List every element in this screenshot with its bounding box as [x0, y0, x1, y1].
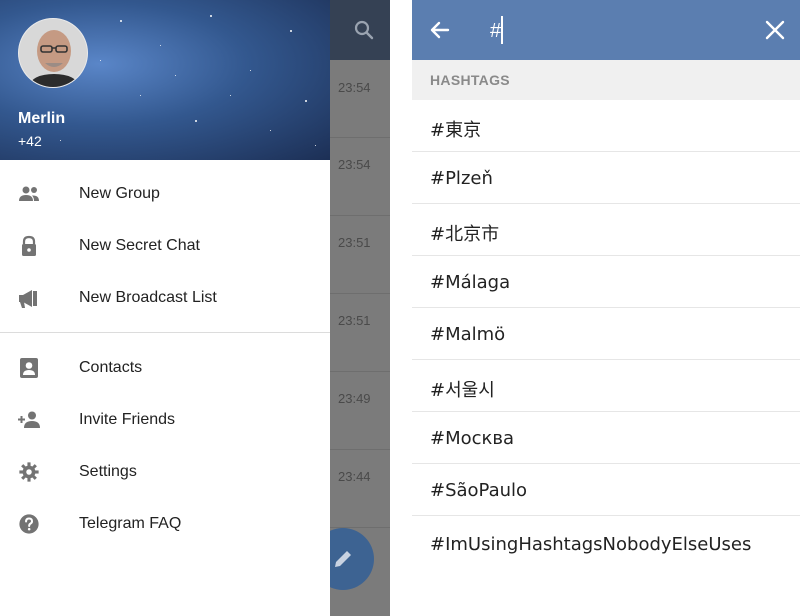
menu-item-label: Invite Friends: [79, 411, 176, 428]
hashtag-text: #Malmö: [430, 324, 506, 345]
hashtag-item[interactable]: #서울시: [412, 360, 800, 412]
chat-row[interactable]: [330, 372, 390, 450]
menu-item-contacts[interactable]: Contacts: [0, 342, 330, 394]
pencil-icon: [335, 551, 351, 567]
search-toolbar: [412, 0, 800, 60]
search-input[interactable]: [490, 17, 750, 45]
menu-item-label: Contacts: [79, 359, 143, 376]
close-icon[interactable]: [764, 19, 786, 41]
search-icon[interactable]: [352, 18, 376, 42]
right-screen: HASHTAGS #東京 #Plzeň #北京市 #Málaga #Malmö …: [412, 0, 800, 616]
hashtag-item[interactable]: #ImUsingHashtagsNobodyElseUses: [412, 518, 800, 570]
hashtag-item[interactable]: #東京: [412, 100, 800, 152]
menu-item-settings[interactable]: Settings: [0, 446, 330, 498]
menu-item-new-broadcast-list[interactable]: New Broadcast List: [0, 272, 330, 324]
hashtag-text: #SãoPaulo: [430, 480, 528, 501]
lock-icon: [17, 235, 41, 257]
chat-row[interactable]: [330, 60, 390, 138]
chat-time: 23:44: [338, 469, 371, 484]
menu-item-label: New Secret Chat: [79, 237, 200, 254]
chat-row[interactable]: [330, 216, 390, 294]
hashtag-text: #東京: [430, 120, 482, 141]
hashtag-item[interactable]: #SãoPaulo: [412, 464, 800, 516]
navigation-drawer: Merlin +42 New Group New Secret Chat New…: [0, 0, 330, 616]
menu-divider: [0, 332, 330, 333]
menu-item-label: Settings: [79, 463, 137, 480]
text-cursor: [501, 16, 503, 44]
chat-row[interactable]: [330, 450, 390, 528]
chat-time: 23:49: [338, 391, 371, 406]
hashtag-item[interactable]: #Málaga: [412, 256, 800, 308]
back-arrow-icon[interactable]: [428, 18, 452, 42]
menu-item-label: New Group: [79, 185, 160, 202]
hashtag-text: #北京市: [430, 224, 500, 245]
menu-item-new-group[interactable]: New Group: [0, 168, 330, 220]
menu-item-telegram-faq[interactable]: Telegram FAQ: [0, 498, 330, 550]
chat-time: 23:51: [338, 313, 371, 328]
avatar[interactable]: [18, 18, 88, 88]
user-photo-icon: [19, 19, 87, 87]
group-icon: [17, 183, 41, 205]
gear-icon: [17, 461, 41, 483]
chat-time: 23:51: [338, 235, 371, 250]
menu-item-label: Telegram FAQ: [79, 515, 182, 532]
hashtag-item[interactable]: #北京市: [412, 204, 800, 256]
chat-time: 23:54: [338, 80, 371, 95]
megaphone-icon: [17, 287, 41, 309]
contacts-icon: [17, 357, 41, 379]
left-screen: 23:54 23:54 23:51 23:51 23:49 23:44 Merl…: [0, 0, 390, 616]
chat-time: 23:54: [338, 157, 371, 172]
chat-row[interactable]: [330, 294, 390, 372]
hashtag-text: #Plzeň: [430, 168, 493, 189]
user-name: Merlin: [18, 110, 66, 127]
section-title: HASHTAGS: [430, 72, 510, 88]
hashtag-item[interactable]: #Malmö: [412, 308, 800, 360]
hashtag-item[interactable]: #Plzeň: [412, 152, 800, 204]
drawer-header: Merlin +42: [0, 0, 330, 160]
menu-item-invite-friends[interactable]: Invite Friends: [0, 394, 330, 446]
hashtag-text: #ImUsingHashtagsNobodyElseUses: [430, 534, 752, 555]
hashtag-text: #Málaga: [430, 272, 511, 293]
hashtag-text: #Москва: [430, 428, 515, 449]
menu-item-new-secret-chat[interactable]: New Secret Chat: [0, 220, 330, 272]
chat-row[interactable]: [330, 138, 390, 216]
menu-item-label: New Broadcast List: [79, 289, 217, 306]
help-icon: [17, 513, 41, 535]
user-phone: +42: [18, 133, 42, 149]
add-person-icon: [17, 409, 41, 431]
section-header: HASHTAGS: [412, 60, 800, 100]
hashtag-text: #서울시: [430, 380, 495, 401]
hashtag-item[interactable]: #Москва: [412, 412, 800, 464]
